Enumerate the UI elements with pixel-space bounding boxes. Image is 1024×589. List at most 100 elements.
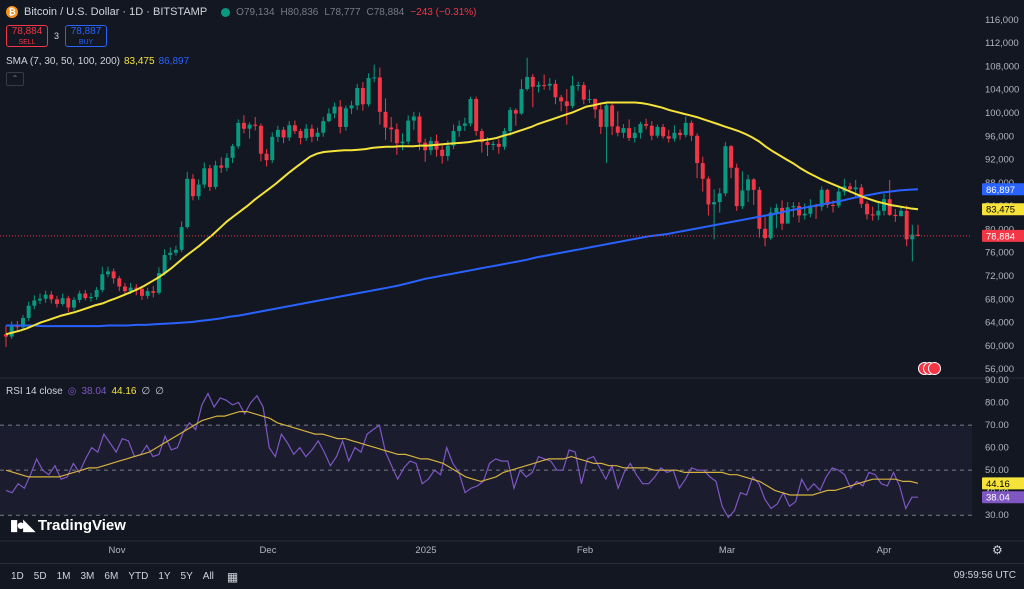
candle-body — [94, 289, 99, 297]
candle-body — [904, 210, 909, 240]
candle-body — [581, 85, 586, 100]
timeframe-button[interactable]: 1Y — [153, 571, 175, 582]
candle-body — [496, 143, 501, 147]
sma-legend[interactable]: SMA (7, 30, 50, 100, 200) 83,475 86,897 — [6, 56, 189, 67]
candle-body — [836, 191, 841, 206]
candle-body — [610, 105, 615, 127]
sma200-price-badge: 86,897 — [986, 185, 1015, 196]
price-axis-label: 96,000 — [985, 131, 1014, 142]
candle-body — [26, 305, 31, 318]
candle-body — [604, 105, 609, 127]
candle-body — [468, 99, 473, 124]
candle-body — [173, 249, 178, 253]
candle-body — [502, 131, 507, 147]
buy-button[interactable]: 78,887 BUY — [65, 25, 108, 47]
candle-body — [264, 153, 269, 161]
timeframe-button[interactable]: 5Y — [176, 571, 198, 582]
timeframe-button[interactable]: 5D — [29, 571, 52, 582]
candle-body — [536, 85, 541, 87]
price-axis-label: 104,000 — [985, 85, 1019, 96]
chart-canvas[interactable]: 116,000 112,000 108,000 104,000 100,000 96,00… — [0, 0, 1024, 588]
rsi-axis-label: 70.00 — [985, 420, 1009, 431]
candle-body — [774, 207, 779, 213]
candle-body — [281, 129, 286, 138]
candle-body — [360, 87, 365, 105]
candle-body — [377, 77, 382, 112]
candle-body — [740, 190, 745, 207]
collapse-legend-icon[interactable]: ⌃ — [6, 72, 24, 86]
buy-price: 78,887 — [70, 26, 102, 37]
candle-body — [474, 99, 479, 132]
candle-body — [661, 126, 666, 137]
candle-body — [530, 76, 535, 87]
candle-body — [751, 179, 756, 190]
settings-gear-icon[interactable]: ⚙ — [992, 543, 1003, 557]
price-axis-label: 64,000 — [985, 318, 1014, 329]
candle-body — [746, 179, 751, 191]
price-axis-label: 68,000 — [985, 294, 1014, 305]
candle-body — [196, 184, 201, 197]
candle-body — [683, 122, 688, 136]
candle-body — [151, 291, 156, 293]
timeframe-button[interactable]: YTD — [123, 571, 153, 582]
sell-button[interactable]: 78,884 SELL — [6, 25, 48, 47]
candle-body — [315, 132, 320, 137]
timeframe-button[interactable]: 1M — [52, 571, 76, 582]
buy-label: BUY — [78, 39, 94, 46]
candle-body — [615, 126, 620, 133]
candle-body — [139, 288, 144, 296]
candle-body — [513, 110, 518, 114]
symbol-title[interactable]: Bitcoin / U.S. Dollar · 1D · BITSTAMP — [24, 6, 207, 18]
candle-body — [253, 124, 258, 126]
candle-body — [802, 213, 807, 216]
candle-body — [60, 298, 65, 304]
eye-icon[interactable]: ◎ — [68, 386, 77, 397]
candle-body — [411, 116, 416, 121]
time-axis-label: Nov — [109, 545, 126, 556]
candle-body — [689, 122, 694, 136]
candle-body — [564, 101, 569, 106]
timeframe-button[interactable]: All — [198, 571, 219, 582]
tradingview-logo: ▮●◣ TradingView — [10, 516, 126, 535]
candle-body — [644, 124, 649, 126]
candle-body — [598, 109, 603, 127]
timeframe-button[interactable]: 6M — [99, 571, 123, 582]
utc-clock[interactable]: 09:59:56 UTC — [954, 570, 1016, 581]
spread-value: 3 — [54, 31, 60, 41]
candle-body — [54, 299, 59, 304]
timeframe-button[interactable]: 3M — [76, 571, 100, 582]
candle-body — [757, 189, 762, 229]
calendar-icon[interactable]: ▦ — [227, 570, 238, 584]
candle-body — [292, 125, 297, 132]
candle-body — [706, 178, 711, 205]
candle-body — [389, 127, 394, 130]
candle-body — [440, 149, 445, 157]
candle-body — [672, 132, 677, 139]
time-axis-label: 2025 — [415, 545, 436, 556]
ohlc-low: L78,777 — [324, 6, 361, 18]
candle-body — [876, 210, 881, 216]
price-axis-label: 92,000 — [985, 155, 1014, 166]
candle-body — [338, 106, 343, 127]
event-flags[interactable] — [912, 362, 941, 375]
rsi-legend[interactable]: RSI 14 close ◎ 38.04 44.16 ∅ ∅ — [6, 386, 164, 397]
candle-body — [723, 146, 728, 194]
event-flag-icon[interactable] — [928, 362, 941, 375]
candle-body — [457, 125, 462, 132]
price-axis-label: 60,000 — [985, 341, 1014, 352]
candle-body — [768, 212, 773, 239]
sma-legend-label: SMA (7, 30, 50, 100, 200) — [6, 56, 120, 67]
rsi-axis-label: 30.00 — [985, 510, 1009, 521]
candle-body — [700, 163, 705, 179]
candle-body — [202, 168, 207, 185]
rsi-axis-label: 80.00 — [985, 398, 1009, 409]
candle-body — [32, 300, 37, 306]
candle-body — [162, 255, 167, 274]
candle-body — [258, 125, 263, 154]
ohlc-close: C78,884 — [366, 6, 405, 18]
candle-body — [321, 121, 326, 133]
candle-body — [230, 146, 235, 158]
timeframe-button[interactable]: 1D — [6, 571, 29, 582]
candle-body — [309, 128, 314, 137]
candle-body — [111, 271, 116, 279]
